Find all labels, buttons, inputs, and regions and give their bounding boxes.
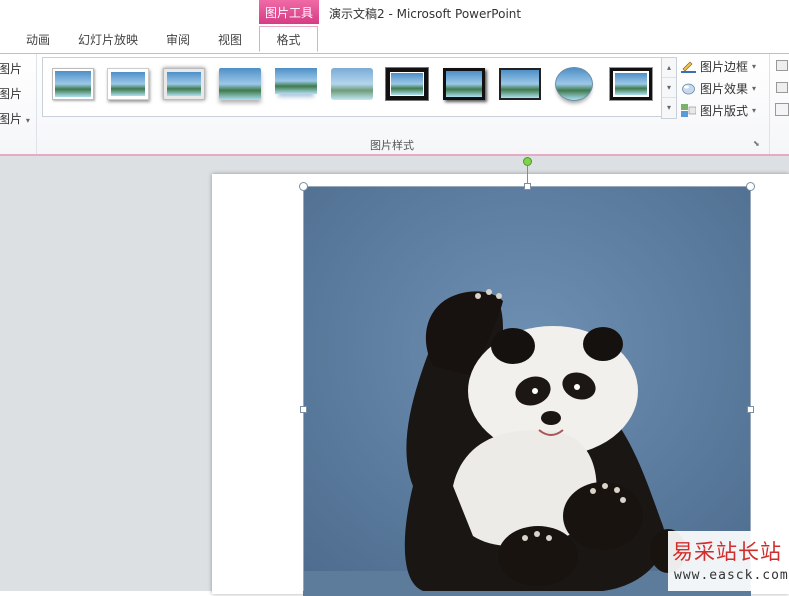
landscape-thumbnail-icon xyxy=(219,68,261,100)
style-thumb-5[interactable] xyxy=(275,68,317,100)
watermark-main-text: 易采站长站 xyxy=(672,540,782,564)
style-thumb-9[interactable] xyxy=(499,68,541,100)
chevron-down-icon: ▾ xyxy=(25,116,30,125)
picture-effects-button[interactable]: 图片效果 ▾ xyxy=(681,80,756,97)
resize-handle-top[interactable] xyxy=(524,183,531,190)
chevron-up-icon[interactable]: ▴ xyxy=(662,58,676,78)
selection-border xyxy=(303,186,304,591)
landscape-thumbnail-icon xyxy=(555,67,593,101)
gallery-scrollbar: ▴ ▾ ▾ xyxy=(661,57,677,119)
resize-handle-left[interactable] xyxy=(300,406,307,413)
picture-effects-label: 图片效果 xyxy=(700,82,749,96)
layout-icon xyxy=(681,104,697,117)
style-thumb-8[interactable] xyxy=(443,68,485,100)
resize-handle-top-right[interactable] xyxy=(746,182,755,191)
arrange-group xyxy=(769,54,789,154)
chevron-down-icon: ▾ xyxy=(752,62,757,71)
landscape-thumbnail-icon xyxy=(331,68,373,100)
landscape-thumbnail-icon xyxy=(275,68,317,94)
rotate-handle[interactable] xyxy=(523,157,532,166)
picture-tools-context-label: 图片工具 xyxy=(259,0,319,24)
landscape-thumbnail-icon xyxy=(111,72,145,96)
landscape-thumbnail-icon xyxy=(613,71,649,97)
selection-pane-icon[interactable] xyxy=(775,103,789,116)
picture-styles-gallery xyxy=(42,57,662,117)
style-thumb-6[interactable] xyxy=(331,68,373,100)
site-watermark: 易采站长站 www.easck.com xyxy=(668,531,789,591)
effects-icon xyxy=(681,82,696,95)
resize-handle-top-left[interactable] xyxy=(299,182,308,191)
landscape-thumbnail-icon xyxy=(501,70,539,98)
resize-handle-right[interactable] xyxy=(747,406,754,413)
style-thumb-1[interactable] xyxy=(52,68,94,100)
tab-animations[interactable]: 动画 xyxy=(26,31,50,48)
tab-review[interactable]: 审阅 xyxy=(166,31,190,48)
style-thumb-7[interactable] xyxy=(386,68,428,100)
ribbon-tabs: 动画 幻灯片放映 审阅 视图 格式 xyxy=(0,26,789,54)
style-thumb-3[interactable] xyxy=(163,68,205,100)
send-backward-icon[interactable] xyxy=(776,82,788,93)
picture-styles-group-label: 图片样式 xyxy=(370,139,414,152)
chevron-down-icon: ▾ xyxy=(752,106,757,115)
chevron-down-icon[interactable]: ▾ xyxy=(662,78,676,98)
landscape-thumbnail-icon xyxy=(55,71,91,97)
watermark-url-text: www.easck.com xyxy=(674,568,789,583)
left-item-3[interactable]: 图片 ▾ xyxy=(0,110,30,127)
ribbon: 图片 图片 图片 ▾ ▴ ▾ ▾ 图片样式 ⬊ 图片边框 ▾ 图片效果 ▾ 图片… xyxy=(0,54,789,156)
landscape-thumbnail-icon xyxy=(167,72,201,96)
picture-layout-label: 图片版式 xyxy=(700,104,749,118)
style-thumb-10[interactable] xyxy=(555,67,593,101)
left-item-2[interactable]: 图片 xyxy=(0,85,22,102)
picture-border-button[interactable]: 图片边框 ▾ xyxy=(681,58,756,75)
tab-slideshow[interactable]: 幻灯片放映 xyxy=(78,31,138,48)
landscape-thumbnail-icon xyxy=(446,71,482,97)
style-thumb-11[interactable] xyxy=(610,68,652,100)
tab-format[interactable]: 格式 xyxy=(259,26,318,52)
pencil-border-icon xyxy=(681,60,696,73)
left-item-3-label: 图片 xyxy=(0,112,23,126)
picture-border-label: 图片边框 xyxy=(700,60,749,74)
tab-view[interactable]: 视图 xyxy=(218,31,242,48)
chevron-down-icon: ▾ xyxy=(752,84,757,93)
bring-forward-icon[interactable] xyxy=(776,60,788,71)
picture-layout-button[interactable]: 图片版式 ▾ xyxy=(681,102,756,119)
adjust-group: 图片 图片 图片 ▾ xyxy=(0,54,37,154)
title-bar: 图片工具 演示文稿2 - Microsoft PowerPoint xyxy=(0,0,789,26)
landscape-thumbnail-icon xyxy=(390,72,424,96)
style-thumb-4[interactable] xyxy=(219,68,261,100)
left-item-1[interactable]: 图片 xyxy=(0,60,22,77)
style-thumb-2[interactable] xyxy=(107,68,149,100)
window-title: 演示文稿2 - Microsoft PowerPoint xyxy=(329,7,522,21)
dialog-launcher-icon[interactable]: ⬊ xyxy=(753,139,761,148)
more-icon[interactable]: ▾ xyxy=(662,98,676,117)
